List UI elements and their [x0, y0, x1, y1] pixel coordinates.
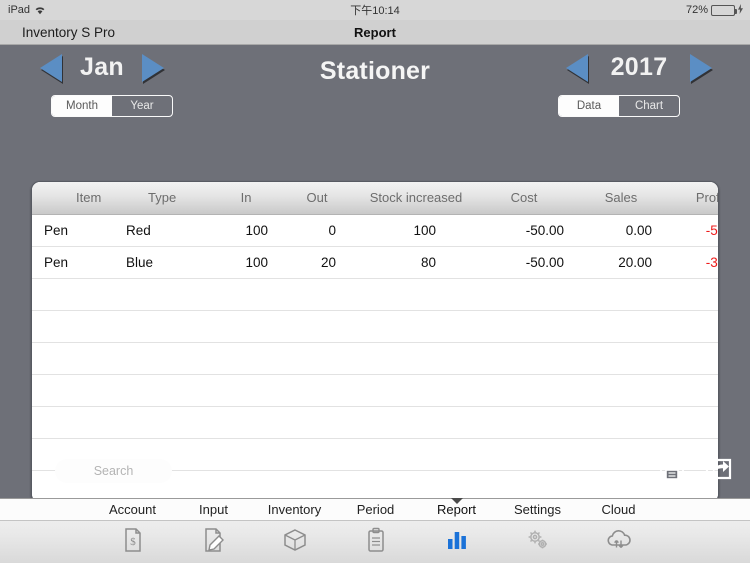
segment-controls-row: Month Year Data Chart — [0, 93, 750, 123]
period-header-row: Jan Stationer 2017 — [0, 45, 750, 93]
view-segmented-control[interactable]: Data Chart — [558, 95, 680, 117]
cell-stock-increased: 80 — [352, 246, 480, 279]
year-prev-button[interactable] — [566, 53, 588, 82]
status-bar-left: iPad — [0, 4, 46, 16]
tab-inventory[interactable] — [254, 521, 335, 563]
cell-out: 0 — [282, 214, 352, 247]
cell-sales: 0.00 — [576, 214, 666, 247]
gears-icon — [525, 527, 551, 558]
ipad-screen: iPad 下午10:14 72% Inventory S Pro Report — [0, 0, 750, 563]
cell-type: Red — [118, 214, 210, 247]
segment-year[interactable]: Year — [112, 96, 172, 116]
tab-bar-labels: Account Input Inventory Period Report Se… — [0, 498, 750, 521]
cloud-sync-icon — [605, 528, 633, 557]
tab-label-settings[interactable]: Settings — [497, 499, 578, 520]
column-header-item[interactable]: Item — [32, 182, 118, 215]
tab-report[interactable] — [416, 521, 497, 563]
cell-item: Pen — [32, 214, 118, 247]
tab-account[interactable]: $ — [92, 521, 173, 563]
cell-in: 100 — [210, 214, 282, 247]
page-title: Report — [354, 24, 396, 40]
cell-profit: -30.00 — [666, 246, 718, 279]
segment-chart[interactable]: Chart — [619, 96, 679, 116]
tab-period[interactable] — [335, 521, 416, 563]
tab-label-report[interactable]: Report — [416, 498, 497, 520]
period-segmented-control[interactable]: Month Year — [51, 95, 173, 117]
cell-cost: -50.00 — [480, 246, 576, 279]
tab-bar: Account Input Inventory Period Report Se… — [0, 498, 750, 563]
tab-label-input[interactable]: Input — [173, 499, 254, 520]
table-row[interactable]: Pen Blue 100 20 80 -50.00 20.00 -30.00 — [32, 246, 718, 279]
cell-item: Pen — [32, 246, 118, 279]
column-header-cost[interactable]: Cost — [480, 182, 576, 215]
tab-cloud[interactable] — [578, 521, 659, 563]
tab-label-report-text: Report — [436, 502, 477, 517]
status-bar-right: 72% — [686, 0, 743, 20]
tab-label-account[interactable]: Account — [92, 499, 173, 520]
column-header-type[interactable]: Type — [118, 182, 210, 215]
cell-stock-increased: 100 — [352, 214, 480, 247]
segment-data[interactable]: Data — [559, 96, 619, 116]
cell-type: Blue — [118, 246, 210, 279]
battery-percent: 72% — [685, 4, 708, 16]
table-row-empty[interactable] — [32, 342, 718, 375]
year-label: 2017 — [610, 53, 668, 81]
cell-in: 100 — [210, 246, 282, 279]
document-pen-icon — [203, 527, 225, 558]
tab-bar-icons: $ — [0, 521, 750, 563]
table-row-empty[interactable] — [32, 278, 718, 311]
box-icon — [282, 527, 308, 558]
content-area: Jan Stationer 2017 Month Year Data Chart — [0, 45, 750, 503]
tab-label-inventory[interactable]: Inventory — [254, 499, 335, 520]
bar-chart-icon — [445, 528, 469, 557]
action-icons — [659, 456, 732, 481]
navigation-bar: Inventory S Pro Report — [0, 20, 750, 45]
cell-profit: -50.00 — [666, 214, 718, 247]
device-name: iPad — [8, 4, 31, 16]
status-bar: iPad 下午10:14 72% — [0, 0, 750, 20]
column-header-sales[interactable]: Sales — [576, 182, 666, 215]
tab-input[interactable] — [173, 521, 254, 563]
segment-month[interactable]: Month — [52, 96, 112, 116]
table-row-empty[interactable] — [32, 310, 718, 343]
active-tab-pointer-icon — [450, 498, 463, 504]
tab-label-period[interactable]: Period — [335, 499, 416, 520]
document-dollar-icon: $ — [122, 527, 144, 558]
lightning-bolt-icon — [738, 3, 743, 17]
year-next-button[interactable] — [690, 53, 712, 82]
cell-sales: 20.00 — [576, 246, 666, 279]
bottom-toolbar — [0, 454, 750, 498]
status-bar-time: 下午10:14 — [350, 5, 400, 17]
battery-icon — [711, 4, 737, 16]
svg-text:$: $ — [130, 536, 136, 548]
tab-settings[interactable] — [497, 521, 578, 563]
table-row-empty[interactable] — [32, 406, 718, 439]
year-picker: 2017 — [566, 53, 712, 82]
column-header-stock-increased[interactable]: Stock increased — [352, 182, 480, 215]
share-icon[interactable] — [705, 456, 732, 481]
clipboard-icon — [365, 527, 387, 558]
table-header-row: Item Type In Out Stock increased Cost Sa… — [32, 182, 718, 215]
table-row[interactable]: Pen Red 100 0 100 -50.00 0.00 -50.00 — [32, 214, 718, 247]
column-header-in[interactable]: In — [210, 182, 282, 215]
cell-out: 20 — [282, 246, 352, 279]
cell-cost: -50.00 — [480, 214, 576, 247]
wifi-icon — [34, 5, 46, 15]
column-header-out[interactable]: Out — [282, 182, 352, 215]
printer-icon[interactable] — [659, 456, 685, 481]
column-header-profit[interactable]: Profit — [666, 182, 718, 215]
table-header: Item Type In Out Stock increased Cost Sa… — [32, 182, 718, 215]
tab-label-cloud[interactable]: Cloud — [578, 499, 659, 520]
search-input[interactable] — [55, 459, 172, 483]
table-row-empty[interactable] — [32, 374, 718, 407]
